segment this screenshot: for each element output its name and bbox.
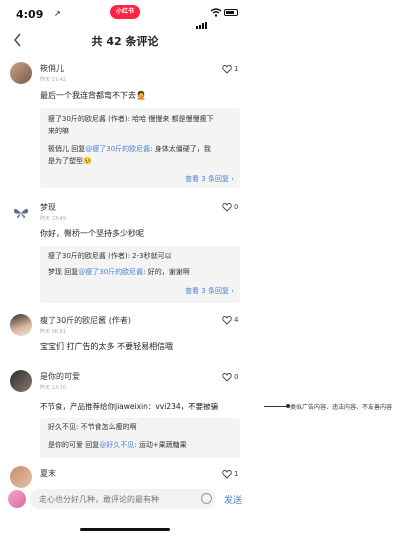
app-pill: 小红书 [110, 5, 140, 19]
comment-username[interactable]: 瘦了30斤的欧尼酱 (作者) [40, 315, 131, 326]
view-more-replies-link[interactable]: 查看 3 条回复 › [185, 286, 234, 296]
reply-line: 好久不见: 不节食怎么瘦的啊 [48, 423, 137, 431]
reply-line: 是你的可爱 回复@好久不见: 运动+果蔬糖果 [48, 441, 187, 449]
reply-line: 来的嘛 [48, 127, 69, 135]
comment-username[interactable]: 是你的可爱 [40, 371, 80, 382]
status-time: 4:09 [16, 8, 44, 21]
signal-icon [196, 10, 208, 29]
avatar[interactable] [10, 466, 32, 488]
comment-time: 昨天 13:49 [40, 216, 66, 222]
comment-input[interactable] [30, 489, 216, 509]
avatar [8, 490, 26, 508]
status-bar: 4:09 ↗ 小红书 [0, 0, 250, 29]
comment-text: 宝宝们 打广告的太多 不要轻易相信哦 [40, 342, 174, 351]
reply-line: 梦现 回复@瘦了30斤的欧尼酱: 好的，谢谢啊 [48, 268, 190, 276]
comment-item: 瘦了30斤的欧尼酱 (作者) 昨天 06:51 4 宝宝们 打广告的太多 不要轻… [0, 312, 250, 358]
avatar[interactable] [10, 314, 32, 336]
battery-icon [224, 9, 238, 16]
heart-icon[interactable] [222, 372, 232, 382]
heart-icon[interactable] [222, 315, 232, 325]
comment-text: 你好，臀桥一个坚持多少秒呢 [40, 229, 144, 238]
comment-item: 筱俏儿 昨天 11:42 1 最后一个我连背都弯不下去🤦 瘦了30斤的欧尼酱 (… [0, 58, 250, 193]
reply-line: 瘦了30斤的欧尼酱 (作者): 哈哈 慢慢来 都是慢慢瘦下 [48, 115, 214, 123]
reply-line: 筱俏儿 回复@瘦了30斤的欧尼酱: 身体太僵硬了，我 [48, 145, 211, 153]
comment-input-bar: 发送 [0, 488, 250, 512]
avatar[interactable] [10, 370, 32, 392]
comment-item: 梦现 昨天 13:49 0 你好，臀桥一个坚持多少秒呢 瘦了30斤的欧尼酱 (作… [0, 198, 250, 308]
reply-line: 是为了塑型🥺 [48, 157, 92, 165]
reply-box: 瘦了30斤的欧尼酱 (作者): 哈哈 慢慢来 都是慢慢瘦下 来的嘛 筱俏儿 回复… [40, 108, 240, 188]
comment-time: 昨天 11:42 [40, 77, 66, 83]
butterfly-icon [14, 208, 28, 219]
location-arrow-icon: ↗ [54, 9, 61, 18]
avatar[interactable] [10, 202, 32, 224]
heart-icon[interactable] [222, 64, 232, 74]
like-count: 0 [234, 373, 239, 381]
home-indicator [80, 528, 170, 531]
comments-header: 共 42 条评论 [0, 28, 250, 54]
comment-username[interactable]: 筱俏儿 [40, 63, 64, 74]
wifi-icon [211, 8, 221, 17]
comment-username[interactable]: 梦现 [40, 202, 56, 213]
like-count: 1 [234, 65, 239, 73]
send-button[interactable]: 发送 [224, 493, 242, 506]
heart-icon[interactable] [222, 202, 232, 212]
comment-item: 夏末 1 [0, 464, 250, 488]
heart-icon[interactable] [222, 469, 232, 479]
avatar[interactable] [10, 62, 32, 84]
like-count: 0 [234, 203, 239, 211]
comment-item: 是你的可爱 昨天 13:10 0 不节食，产品推荐给你jiaweixin：vvi… [0, 368, 250, 458]
page-title: 共 42 条评论 [91, 35, 159, 48]
comment-time: 昨天 13:10 [40, 385, 66, 391]
comment-username[interactable]: 夏末 [40, 468, 56, 479]
emoji-icon[interactable] [201, 493, 212, 504]
comment-text: 最后一个我连背都弯不下去🤦 [40, 91, 146, 100]
reply-box: 瘦了30斤的欧尼酱 (作者): 2-3秒就可以 梦现 回复@瘦了30斤的欧尼酱:… [40, 246, 240, 303]
reply-box: 好久不见: 不节食怎么瘦的啊 是你的可爱 回复@好久不见: 运动+果蔬糖果 [40, 418, 240, 458]
annotation-text: 类似广告内容、违法内容、不友善内容 [290, 404, 393, 411]
comment-text: 不节食，产品推荐给你jiaweixin：vvi234，不要被骗 [40, 402, 219, 411]
view-more-replies-link[interactable]: 查看 3 条回复 › [185, 174, 234, 184]
like-count: 1 [234, 470, 239, 478]
reply-line: 瘦了30斤的欧尼酱 (作者): 2-3秒就可以 [48, 252, 172, 260]
comment-time: 昨天 06:51 [40, 329, 66, 335]
like-count: 4 [234, 316, 239, 324]
annotation-line [264, 406, 288, 407]
